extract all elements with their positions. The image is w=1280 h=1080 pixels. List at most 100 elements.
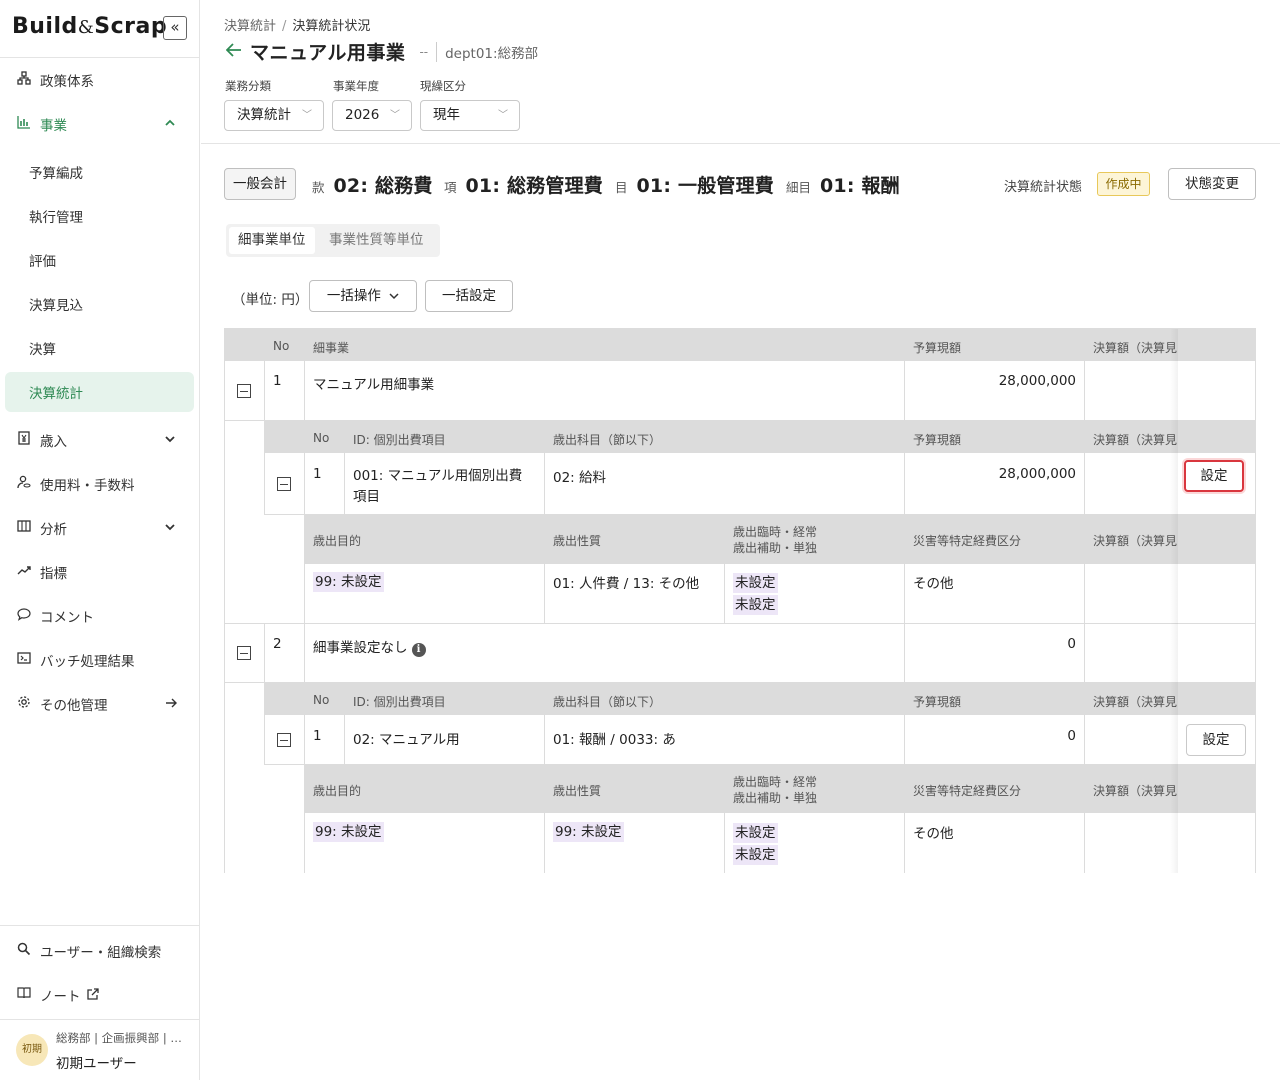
chevron-down-icon: ﹀ xyxy=(390,110,400,121)
nav-item-revenue[interactable]: 歳入 xyxy=(0,418,200,462)
collapse-sidebar-button[interactable]: « xyxy=(163,16,187,40)
expense-account: 01: 報酬 / 0033: あ xyxy=(553,732,676,748)
breadcrumb-link[interactable]: 決算統計 xyxy=(224,19,276,34)
info-icon[interactable]: i xyxy=(411,643,426,657)
expense-account: 02: 給料 xyxy=(553,470,607,486)
sub-item-settlement-stats[interactable]: 決算統計 xyxy=(5,372,194,412)
expense-item-id: 001: マニュアル用個別出費 項目 xyxy=(353,468,523,505)
yen-doc-icon xyxy=(16,431,32,449)
col-project: 細事業 xyxy=(313,341,350,355)
nav-label: 事業 xyxy=(40,118,67,134)
terminal-icon xyxy=(16,651,32,669)
collapse-row-icon[interactable] xyxy=(237,384,251,398)
collapse-row-icon[interactable] xyxy=(277,733,291,747)
kan-field: 款 02: 総務費 xyxy=(312,175,433,197)
comment-icon xyxy=(16,607,32,625)
user-org: 総務部 | 企画振興部 | … xyxy=(56,1031,182,1045)
breadcrumb-current: 決算統計状況 xyxy=(292,19,371,34)
sub-item-budget-formation[interactable]: 予算編成 xyxy=(0,152,200,192)
change-status-button[interactable]: 状態変更 xyxy=(1168,168,1256,200)
sub-item-settlement-forecast[interactable]: 決算見込 xyxy=(0,284,200,324)
tab-project-unit[interactable]: 細事業単位 xyxy=(229,227,315,254)
user-coins-icon xyxy=(16,475,32,493)
set-button[interactable]: 設定 xyxy=(1184,460,1244,492)
status-label: 決算統計状態 xyxy=(1004,180,1083,195)
status-badge: 作成中 xyxy=(1097,172,1150,196)
nature-value: 01: 人件費 / 13: その他 xyxy=(553,576,700,592)
sub-item-settlement[interactable]: 決算 xyxy=(0,328,200,368)
kou-field: 項 01: 総務管理費 xyxy=(444,175,603,197)
bar-chart-icon xyxy=(16,115,32,133)
nav-item-policy[interactable]: 政策体系 xyxy=(0,58,200,102)
title-row: マニュアル用事業 -- dept01:総務部 xyxy=(225,38,538,65)
chevron-down-icon: ﹀ xyxy=(498,110,508,121)
chevron-down-icon xyxy=(165,433,175,447)
back-arrow-icon[interactable] xyxy=(225,41,242,62)
nav-item-notes[interactable]: ノート xyxy=(0,973,200,1017)
department-label: dept01:総務部 xyxy=(436,41,538,62)
user-name: 初期ユーザー xyxy=(56,1056,137,1072)
set-button[interactable]: 設定 xyxy=(1186,724,1246,756)
bulk-operations-button[interactable]: 一括操作 xyxy=(309,280,417,312)
arrow-right-icon xyxy=(165,697,177,711)
chevron-down-icon xyxy=(165,521,175,535)
business-select[interactable]: 決算統計 ﹀ xyxy=(224,100,324,131)
title-dash: -- xyxy=(419,44,429,59)
breadcrumb: 決算統計 / 決算統計状況 xyxy=(224,19,371,34)
org-chart-icon xyxy=(16,71,32,89)
nav-item-analysis[interactable]: 分析 xyxy=(0,506,200,550)
budget-amount: 0 xyxy=(1067,636,1076,652)
collapse-row-icon[interactable] xyxy=(237,646,251,660)
nav-item-fees[interactable]: 使用料・手数料 xyxy=(0,462,200,506)
sidebar: Build&Scrap « 政策体系 事業 予算編成 執行管理 評価 決算見込 … xyxy=(0,0,200,1080)
account-button[interactable]: 一般会計 xyxy=(224,168,296,200)
nav-item-projects[interactable]: 事業 xyxy=(0,102,200,146)
col-budget: 予算現額 xyxy=(913,341,962,355)
filter-label-year: 事業年度 xyxy=(333,79,379,93)
sub-item-evaluation[interactable]: 評価 xyxy=(0,240,200,280)
nav-item-other-admin[interactable]: その他管理 xyxy=(0,682,200,726)
expense-item-id: 02: マニュアル用 xyxy=(353,732,460,748)
nav-item-indicators[interactable]: 指標 xyxy=(0,550,200,594)
logo-bar: Build&Scrap « xyxy=(0,0,199,58)
tab-nature-unit[interactable]: 事業性質等単位 xyxy=(320,227,433,254)
collapse-row-icon[interactable] xyxy=(277,477,291,491)
gear-icon xyxy=(16,695,32,713)
bulk-set-button[interactable]: 一括設定 xyxy=(425,280,513,312)
trend-icon xyxy=(16,563,32,581)
app-logo[interactable]: Build&Scrap xyxy=(12,14,167,39)
budget-amount: 28,000,000 xyxy=(998,373,1076,389)
disaster-value: その他 xyxy=(913,576,954,592)
avatar: 初期 xyxy=(16,1034,48,1066)
chevron-up-icon xyxy=(165,117,175,131)
chevron-down-icon xyxy=(389,281,399,311)
nav-item-user-search[interactable]: ユーザー・組織検索 xyxy=(0,929,200,973)
purpose-tag: 99: 未設定 xyxy=(313,822,384,842)
sidebar-divider xyxy=(0,925,199,926)
user-profile[interactable]: 初期 総務部 | 企画振興部 | … 初期ユーザー xyxy=(0,1022,199,1080)
project-name: マニュアル用細事業 xyxy=(313,377,435,393)
page-title: マニュアル用事業 xyxy=(250,42,406,64)
temp-tags: 未設定 未設定 xyxy=(733,573,778,615)
header-divider xyxy=(201,143,1280,144)
category-select[interactable]: 現年 ﹀ xyxy=(420,100,520,131)
search-icon xyxy=(16,942,32,960)
disaster-value: その他 xyxy=(913,826,954,842)
nav-item-comments[interactable]: コメント xyxy=(0,594,200,638)
saimoku-field: 細目 01: 報酬 xyxy=(786,175,900,197)
nav-item-batch-results[interactable]: バッチ処理結果 xyxy=(0,638,200,682)
purpose-tag: 99: 未設定 xyxy=(313,572,384,592)
nav-label: 政策体系 xyxy=(40,74,94,90)
year-select[interactable]: 2026 ﹀ xyxy=(332,100,412,131)
sticky-column-shadow xyxy=(1170,329,1178,873)
sub-item-execution[interactable]: 執行管理 xyxy=(0,196,200,236)
temp-tags: 未設定 未設定 xyxy=(733,823,778,865)
nature-tag: 99: 未設定 xyxy=(553,822,624,842)
external-link-icon xyxy=(87,988,99,1004)
book-icon xyxy=(16,986,32,1004)
project-name: 細事業設定なし i xyxy=(313,636,426,657)
table-icon xyxy=(16,519,32,537)
col-settlement: 決算額（決算見 xyxy=(1093,341,1178,355)
view-tabs: 細事業単位 事業性質等単位 xyxy=(226,224,440,257)
budget-amount: 28,000,000 xyxy=(998,466,1076,482)
